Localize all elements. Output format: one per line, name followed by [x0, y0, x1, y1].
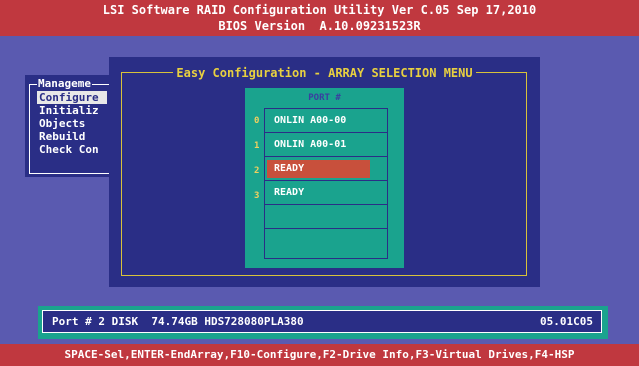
- dialog-title: Easy Configuration - ARRAY SELECTION MEN…: [173, 66, 476, 80]
- array-selection-panel: PORT # 0 1 2 3 ONLIN A00-00 ONLIN A00-01…: [245, 88, 404, 268]
- drive-status-inner: Port # 2 DISK 74.74GB HDS728080PLA380 05…: [42, 310, 602, 333]
- main-menu-title: Manageme: [37, 77, 92, 90]
- drive-slot-0[interactable]: ONLIN A00-00: [265, 109, 387, 133]
- port-disk-info: Port # 2 DISK 74.74GB HDS728080PLA380: [52, 315, 304, 328]
- main-menu: Manageme Configure Initializ Objects Reb…: [25, 75, 117, 177]
- slot-index: 0: [254, 116, 260, 126]
- firmware-version: 05.01C05: [540, 315, 593, 328]
- drive-slot-empty[interactable]: [265, 229, 387, 253]
- drive-slot-status: READY: [274, 163, 305, 174]
- menu-item-initialize[interactable]: Initializ: [39, 104, 99, 117]
- menu-item-check-consistency[interactable]: Check Con: [39, 143, 99, 156]
- dialog-title-wrap: Easy Configuration - ARRAY SELECTION MEN…: [109, 66, 540, 80]
- slot-index: 2: [254, 166, 260, 176]
- drive-slot-3[interactable]: READY: [265, 181, 387, 205]
- drive-slot-list: ONLIN A00-00 ONLIN A00-01 READY READY: [264, 108, 388, 259]
- utility-title: LSI Software RAID Configuration Utility …: [102, 3, 537, 17]
- drive-slot-status: ONLIN A00-00: [274, 115, 347, 126]
- slot-index: 1: [254, 141, 260, 151]
- key-help-bar: SPACE-Sel,ENTER-EndArray,F10-Configure,F…: [0, 344, 639, 366]
- slot-index: 3: [254, 191, 260, 201]
- port-header: PORT #: [308, 93, 341, 103]
- drive-slot-1[interactable]: ONLIN A00-01: [265, 133, 387, 157]
- title-bar: LSI Software RAID Configuration Utility …: [0, 0, 639, 36]
- drive-slot-status: READY: [274, 187, 305, 198]
- drive-slot-empty[interactable]: [265, 205, 387, 229]
- drive-slot-2[interactable]: READY: [265, 157, 387, 181]
- menu-item-rebuild[interactable]: Rebuild: [39, 130, 85, 143]
- drive-status-box: Port # 2 DISK 74.74GB HDS728080PLA380 05…: [38, 306, 608, 339]
- bios-version: BIOS Version A.10.09231523R: [218, 19, 421, 33]
- menu-item-objects[interactable]: Objects: [39, 117, 85, 130]
- drive-slot-status: ONLIN A00-01: [274, 139, 347, 150]
- menu-item-configure[interactable]: Configure: [37, 91, 107, 104]
